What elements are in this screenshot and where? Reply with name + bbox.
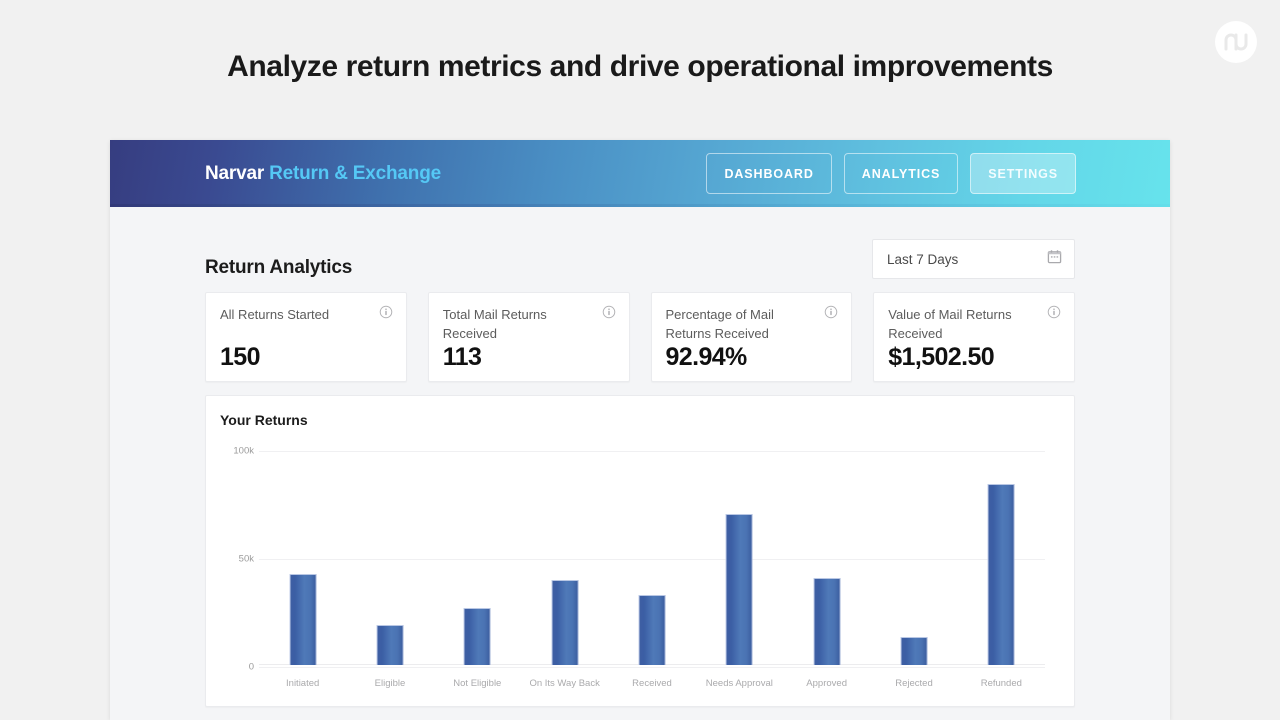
chart-bars: Initiated Eligible Not Eligible On Its Way … (259, 438, 1045, 706)
bar-group[interactable]: Refunded (958, 438, 1045, 706)
page-title: Analyze return metrics and drive operati… (227, 50, 1053, 83)
date-range-value: Last 7 Days (887, 251, 959, 267)
bar-group[interactable]: Eligible (346, 438, 433, 706)
chart-bar[interactable] (551, 579, 579, 665)
metric-value: 113 (442, 343, 482, 371)
metric-value: 150 (220, 343, 261, 371)
chart-bar[interactable] (900, 636, 928, 665)
calendar-icon (1047, 249, 1062, 269)
metric-label: Total Mail Returns Received (442, 307, 547, 341)
chart-title: Your Returns (220, 412, 308, 428)
metric-card-row: All Returns Started 150 Total Mail Retur… (205, 292, 1075, 382)
bar-chart: 0 50k 100k Initiated Eligible Not Eligible On… (220, 438, 1060, 706)
bar-group[interactable]: Approved (783, 438, 870, 706)
y-axis-tick-label: 0 (248, 661, 254, 673)
bar-group[interactable]: Needs Approval (696, 438, 783, 706)
metric-label: All Returns Started (220, 307, 330, 322)
x-axis-tick-label: Not Eligible (453, 678, 502, 689)
logo-secondary-text: Return & Exchange (269, 162, 441, 184)
x-axis-tick-label: On Its Way Back (529, 678, 600, 689)
metric-card-percentage-of-mail-returns-received: Percentage of Mail Returns Received 92.9… (650, 292, 853, 382)
metric-card-value-of-mail-returns-received: Value of Mail Returns Received $1,502.50 (873, 292, 1075, 382)
x-axis-tick-label: Initiated (286, 678, 320, 689)
bar-group[interactable]: Not Eligible (434, 438, 521, 706)
info-icon[interactable] (1047, 305, 1061, 324)
metric-card-all-returns-started: All Returns Started 150 (205, 292, 407, 382)
app-window: Narvar Return & Exchange DASHBOARD ANALY… (110, 140, 1170, 720)
date-range-selector[interactable]: Last 7 Days (872, 239, 1075, 279)
nav-analytics-button[interactable]: ANALYTICS (843, 153, 959, 194)
nav-dashboard-button[interactable]: DASHBOARD (706, 153, 832, 194)
nav-settings-button[interactable]: SETTINGS (970, 153, 1076, 194)
x-axis-tick-label: Approved (806, 678, 847, 689)
chart-bar[interactable] (289, 574, 317, 665)
main-nav: DASHBOARD ANALYTICS SETTINGS (706, 153, 1076, 194)
x-axis-tick-label: Refunded (980, 678, 1022, 689)
section-header-row: Return Analytics Last 7 Days (205, 207, 1075, 279)
chart-bar[interactable] (376, 625, 404, 665)
app-header: Narvar Return & Exchange DASHBOARD ANALY… (110, 140, 1170, 207)
chart-bar[interactable] (638, 594, 666, 665)
x-axis-tick-label: Needs Approval (705, 678, 773, 689)
chart-card: Your Returns 0 50k 100k Initiated Eligible N… (205, 395, 1075, 707)
bar-group[interactable]: Rejected (870, 438, 957, 706)
chart-bar[interactable] (813, 577, 841, 665)
logo-primary-text: Narvar (205, 162, 265, 184)
metric-card-total-mail-returns-received: Total Mail Returns Received 113 (427, 292, 630, 382)
bar-group[interactable]: Initiated (259, 438, 346, 706)
brand-badge (1215, 21, 1257, 63)
narvar-logo-icon (1224, 32, 1248, 52)
info-icon[interactable] (602, 305, 616, 324)
bar-group[interactable]: Received (608, 438, 695, 706)
metric-label: Percentage of Mail Returns Received (665, 307, 774, 341)
chart-bar[interactable] (463, 607, 491, 665)
chart-bar[interactable] (725, 513, 753, 665)
y-axis-tick-label: 100k (233, 445, 254, 457)
app-body: Return Analytics Last 7 Days All Returns… (110, 207, 1170, 720)
section-title: Return Analytics (205, 257, 353, 278)
x-axis-tick-label: Received (632, 678, 672, 689)
info-icon[interactable] (824, 305, 838, 324)
metric-value: $1,502.50 (888, 343, 995, 371)
chart-bar[interactable] (987, 483, 1015, 665)
app-logo[interactable]: Narvar Return & Exchange (205, 163, 441, 185)
x-axis-tick-label: Eligible (374, 678, 406, 689)
bar-group[interactable]: On Its Way Back (521, 438, 608, 706)
info-icon[interactable] (379, 305, 393, 324)
x-axis-tick-label: Rejected (895, 678, 933, 689)
metric-label: Value of Mail Returns Received (888, 307, 1012, 341)
metric-value: 92.94% (665, 343, 748, 371)
y-axis-tick-label: 50k (238, 553, 254, 565)
